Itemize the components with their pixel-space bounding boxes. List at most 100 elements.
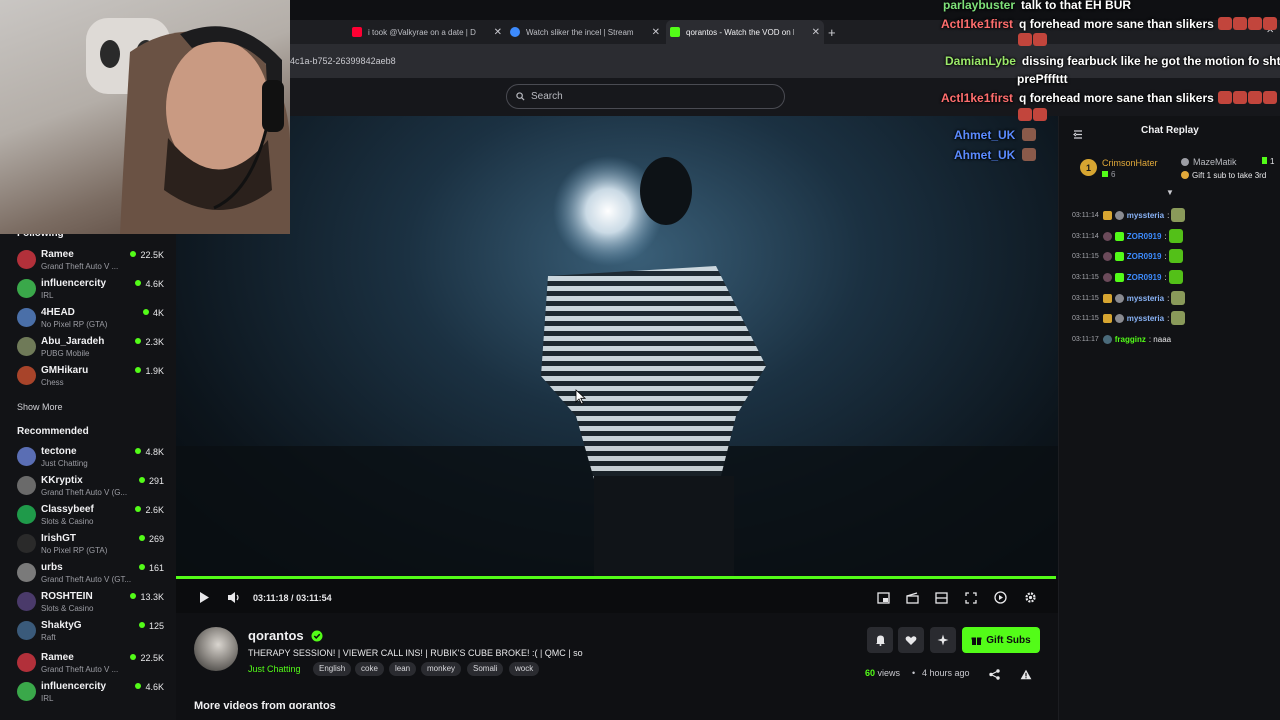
channel-name: Ramee xyxy=(41,652,74,663)
browser-tab[interactable]: i took @Valkyrae on a date | Du ✕ xyxy=(348,20,506,44)
video-player[interactable] xyxy=(176,116,1058,578)
share-button[interactable] xyxy=(989,667,1000,685)
channel-category: Grand Theft Auto V ... xyxy=(41,262,119,271)
channel-name: influencercity xyxy=(41,278,107,289)
emote-icon xyxy=(1033,108,1047,121)
ai-feature-button[interactable] xyxy=(930,627,956,653)
sidebar-channel-roshtein[interactable]: ROSHTEIN Slots & Casino 13.3K xyxy=(0,588,176,617)
pinned-gift-message[interactable]: Gift 1 sub to take 3rd xyxy=(1181,171,1266,180)
channel-avatar[interactable] xyxy=(194,627,238,671)
live-dot-icon xyxy=(135,683,142,689)
tag-chip[interactable]: monkey xyxy=(421,662,462,676)
user-badge-icon xyxy=(1102,272,1112,282)
avatar xyxy=(17,621,36,640)
viewer-count: 4.6K xyxy=(135,682,164,692)
tag-chip[interactable]: Somali xyxy=(467,662,504,676)
overlay-chat-line: prePfffttt xyxy=(1017,72,1068,86)
sidebar-channel-4head[interactable]: 4HEAD No Pixel RP (GTA) 4K xyxy=(0,304,176,333)
sidebar-channel-tectone[interactable]: tectone Just Chatting 4.8K xyxy=(0,443,176,472)
tag-chip[interactable]: wock xyxy=(509,662,540,676)
new-tab-button[interactable]: + xyxy=(828,25,836,40)
viewer-count: 22.5K xyxy=(130,250,164,260)
play-button[interactable] xyxy=(198,591,210,609)
sidebar-channel-urbs[interactable]: urbs Grand Theft Auto V (GT... 161 xyxy=(0,559,176,588)
tag-chip[interactable]: English xyxy=(313,662,352,676)
live-dot-icon xyxy=(138,622,145,628)
sidebar-channel-gmhikaru[interactable]: GMHikaru Chess 1.9K xyxy=(0,362,176,391)
channel-name: Ramee xyxy=(41,249,74,260)
warning-icon xyxy=(1020,669,1032,680)
miniplayer-button[interactable] xyxy=(877,591,890,609)
close-tab-icon[interactable]: ✕ xyxy=(812,27,820,38)
expand-pinned-icon[interactable]: ▼ xyxy=(1166,188,1174,197)
follow-button[interactable] xyxy=(898,627,924,653)
browser-tab-label: Watch sliker the incel | Stream xyxy=(526,27,634,37)
stream-category-link[interactable]: Just Chatting xyxy=(248,664,301,674)
sub-badge-icon xyxy=(1102,171,1108,177)
channel-name: GMHikaru xyxy=(41,365,89,376)
theater-mode-button[interactable] xyxy=(935,591,948,609)
sidebar-channel-classybeef[interactable]: Classybeef Slots & Casino 2.6K xyxy=(0,501,176,530)
emote-icon xyxy=(1171,208,1186,222)
tag-chip[interactable]: coke xyxy=(355,662,384,676)
playback-speed-button[interactable] xyxy=(994,591,1007,609)
avatar xyxy=(17,250,36,269)
report-button[interactable] xyxy=(1020,667,1032,685)
tag-chip[interactable]: lean xyxy=(389,662,417,676)
sidebar-channel-shaktyg[interactable]: ShaktyG Raft 125 xyxy=(0,617,176,646)
emote-icon xyxy=(1248,17,1263,30)
gift-icon xyxy=(971,637,982,645)
emote-icon xyxy=(1171,311,1186,325)
show-more-link[interactable]: Show More xyxy=(17,402,63,412)
sidebar-channel-ramee[interactable]: Ramee Grand Theft Auto V ... 22.5K xyxy=(0,246,176,275)
fullscreen-button[interactable] xyxy=(965,591,977,609)
heart-icon xyxy=(905,635,917,645)
sidebar-channel-abu-jaradeh[interactable]: Abu_Jaradeh PUBG Mobile 2.3K xyxy=(0,333,176,362)
webcam-overlay xyxy=(0,0,290,234)
viewer-count: 161 xyxy=(138,563,164,573)
search-input[interactable]: Search xyxy=(506,84,785,109)
fullscreen-icon xyxy=(965,592,977,604)
channel-category: No Pixel RP (GTA) xyxy=(41,546,108,555)
live-dot-icon xyxy=(130,251,137,257)
collapse-chat-button[interactable] xyxy=(1073,126,1083,144)
settings-button[interactable] xyxy=(1024,591,1037,609)
gift-subs-label: Gift Subs xyxy=(986,634,1031,646)
user-badge-icon xyxy=(1102,334,1112,344)
separator-dot: • xyxy=(912,668,916,678)
verified-badge-icon xyxy=(311,629,323,647)
time-separator: / xyxy=(291,593,294,603)
clip-button[interactable] xyxy=(906,591,919,609)
user-badge-icon xyxy=(1102,231,1112,241)
browser-tab-active[interactable]: qorantos - Watch the VOD on K ✕ xyxy=(666,20,824,44)
pinned-gifter-name[interactable]: MazeMatik xyxy=(1181,157,1237,167)
avatar xyxy=(17,653,36,672)
search-placeholder: Search xyxy=(531,91,563,102)
browser-tab[interactable]: Watch sliker the incel | Stream ✕ xyxy=(506,20,664,44)
emote-icon xyxy=(1248,91,1263,104)
channel-name[interactable]: qorantos xyxy=(248,628,304,643)
sidebar-channel-influencercity[interactable]: influencercity IRL 4.6K xyxy=(0,678,176,707)
user-badge-icon xyxy=(1114,313,1124,323)
play-icon xyxy=(200,592,209,603)
top-gifter-name[interactable]: CrimsonHater xyxy=(1102,158,1158,168)
live-dot-icon xyxy=(130,593,137,599)
channel-category: Chess xyxy=(41,378,64,387)
channel-name: KKryptix xyxy=(41,475,83,486)
browser-tab-label: i took @Valkyrae on a date | Du xyxy=(368,27,476,37)
close-tab-icon[interactable]: ✕ xyxy=(494,27,502,38)
sidebar-channel-kkryptix[interactable]: KKryptix Grand Theft Auto V (G... 291 xyxy=(0,472,176,501)
avatar xyxy=(17,366,36,385)
chat-title: Chat Replay xyxy=(1141,125,1199,136)
site-favicon-icon xyxy=(510,27,520,37)
youtube-icon xyxy=(352,27,362,37)
sidebar-channel-ramee[interactable]: Ramee Grand Theft Auto V ... 22.5K xyxy=(0,649,176,678)
channel-name: influencercity xyxy=(41,681,107,692)
volume-button[interactable] xyxy=(227,591,241,609)
close-tab-icon[interactable]: ✕ xyxy=(652,27,660,38)
user-badge-icon xyxy=(1102,251,1112,261)
sidebar-channel-irishgt[interactable]: IrishGT No Pixel RP (GTA) 269 xyxy=(0,530,176,559)
gift-subs-button[interactable]: Gift Subs xyxy=(962,627,1040,653)
sidebar-channel-influencercity[interactable]: influencercity IRL 4.6K xyxy=(0,275,176,304)
notifications-button[interactable] xyxy=(867,627,893,653)
